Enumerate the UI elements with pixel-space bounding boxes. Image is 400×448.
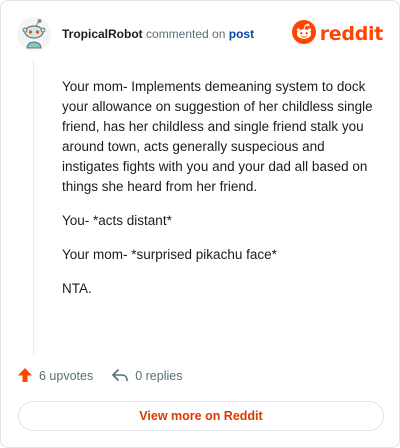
upvote-arrow-icon (17, 367, 39, 386)
comment-meta: 6 upvotes 0 replies (17, 365, 200, 387)
comment-paragraph: You- *acts distant* (62, 213, 172, 228)
reply-arrow-icon (111, 367, 135, 386)
reddit-logo[interactable]: reddit (291, 19, 384, 49)
snoo-avatar-icon[interactable] (17, 17, 51, 51)
byline-verb: commented on (146, 27, 226, 41)
embed-card: TropicalRobot commented on post reddit Y… (0, 0, 400, 448)
post-link[interactable]: post (229, 27, 254, 41)
upvotes-label: 6 upvotes (39, 369, 94, 383)
comment-body: Your mom- Implements demeaning system to… (62, 77, 382, 313)
byline: TropicalRobot commented on post (62, 27, 254, 41)
replies-label: 0 replies (135, 369, 183, 383)
reddit-snoo-icon (291, 19, 316, 49)
view-more-button[interactable]: View more on Reddit (18, 401, 384, 431)
username-link[interactable]: TropicalRobot (62, 27, 143, 41)
comment-paragraph: Your mom- *surprised pikachu face* (62, 247, 277, 262)
comment-paragraph: NTA. (62, 281, 92, 296)
replies-count[interactable]: 0 replies (111, 367, 182, 386)
comment-paragraph: Your mom- Implements demeaning system to… (62, 79, 373, 194)
comment-header: TropicalRobot commented on post reddit (17, 17, 383, 51)
reddit-wordmark: reddit (319, 23, 384, 45)
thread-line (33, 59, 34, 355)
upvotes-count[interactable]: 6 upvotes (17, 367, 93, 386)
